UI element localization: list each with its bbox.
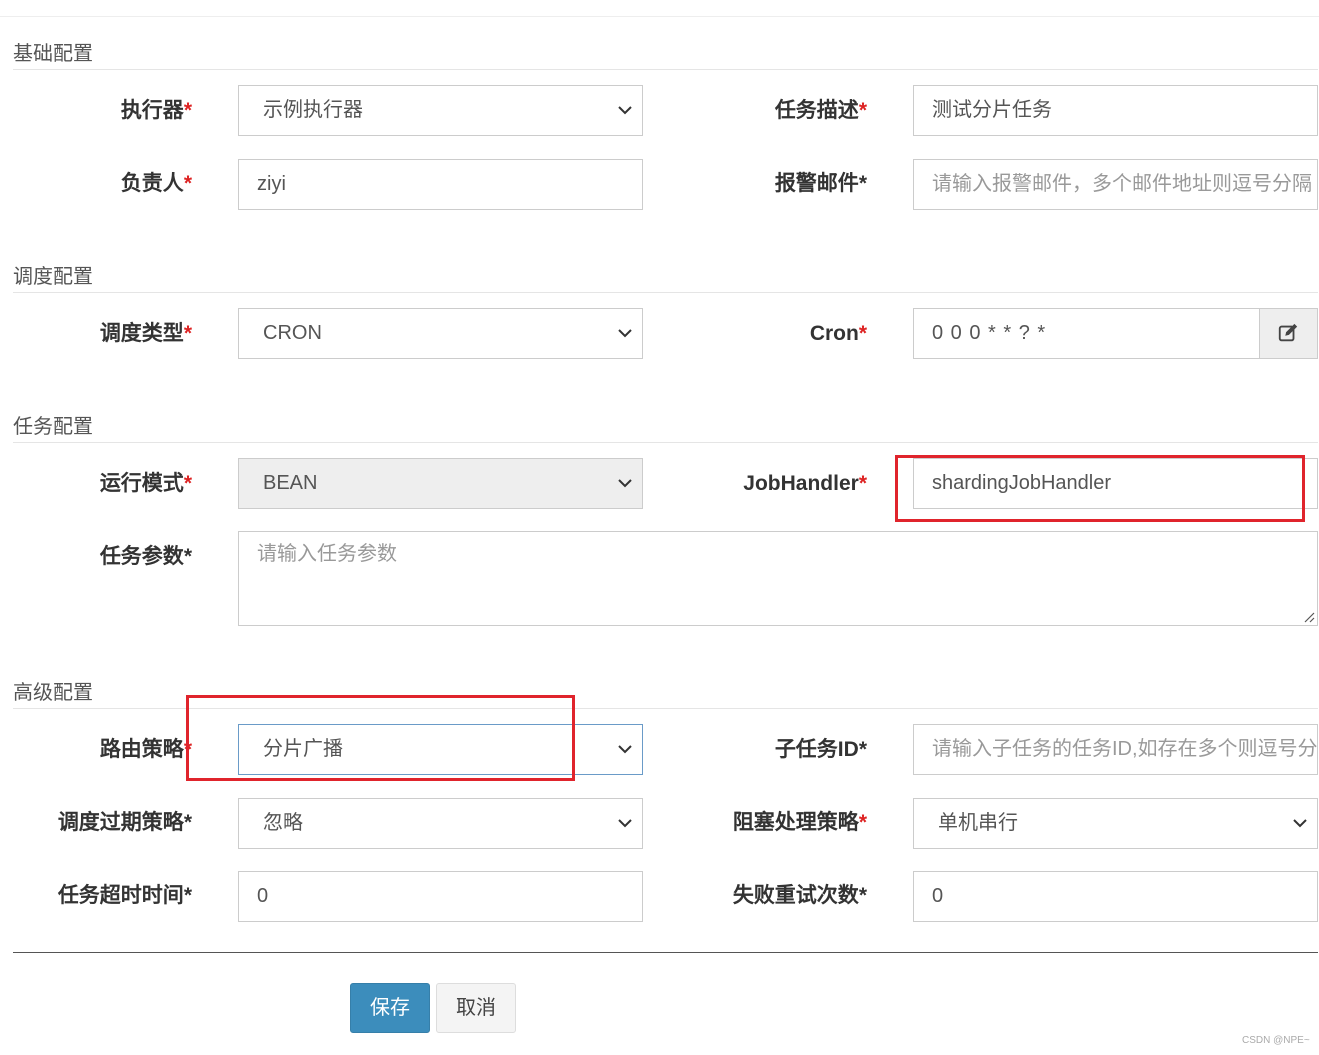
- chevron-down-icon: [618, 329, 632, 338]
- executor-label: 执行器*: [120, 99, 192, 122]
- job-param-textarea[interactable]: 请输入任务参数: [238, 531, 1318, 626]
- block-strategy-select[interactable]: 单机串行: [913, 798, 1318, 849]
- edit-icon: [1278, 323, 1298, 342]
- glue-type-select: BEAN: [238, 458, 643, 509]
- timeout-input[interactable]: 0: [238, 871, 643, 922]
- executor-select[interactable]: 示例执行器: [238, 85, 643, 136]
- schedule-type-value: CRON: [263, 322, 322, 344]
- glue-type-label: 运行模式*: [99, 472, 192, 495]
- chevron-down-icon: [618, 819, 632, 828]
- cron-edit-button[interactable]: [1259, 308, 1318, 359]
- fail-retry-label: 失败重试次数*: [732, 884, 867, 907]
- child-job-id-input[interactable]: 请输入子任务的任务ID,如存在多个则逗号分隔: [913, 724, 1318, 775]
- job-desc-input[interactable]: 测试分片任务: [913, 85, 1318, 136]
- section-title-advanced: 高级配置: [13, 682, 93, 704]
- job-desc-value: 测试分片任务: [932, 99, 1052, 121]
- route-strategy-select[interactable]: 分片广播: [238, 724, 643, 775]
- cancel-button[interactable]: 取消: [436, 983, 516, 1033]
- job-handler-input[interactable]: shardingJobHandler: [913, 458, 1318, 509]
- child-job-id-placeholder: 请输入子任务的任务ID,如存在多个则逗号分隔: [932, 738, 1318, 760]
- author-value: ziyi: [257, 173, 286, 195]
- fail-retry-input[interactable]: 0: [913, 871, 1318, 922]
- section-divider-advanced: [13, 708, 1318, 709]
- job-param-label: 任务参数*: [99, 545, 192, 568]
- section-title-schedule: 调度配置: [13, 266, 93, 288]
- timeout-value: 0: [257, 885, 269, 907]
- watermark: CSDN @NPE~: [1242, 1035, 1310, 1046]
- schedule-type-select[interactable]: CRON: [238, 308, 643, 359]
- alarm-email-input[interactable]: 请输入报警邮件，多个邮件地址则逗号分隔: [913, 159, 1318, 210]
- job-handler-value: shardingJobHandler: [932, 472, 1112, 494]
- top-divider: [0, 16, 1319, 17]
- job-handler-label: JobHandler*: [743, 472, 867, 495]
- timeout-label: 任务超时时间*: [57, 884, 192, 907]
- route-strategy-value: 分片广播: [263, 738, 343, 760]
- schedule-type-label: 调度类型*: [99, 322, 192, 345]
- chevron-down-icon: [618, 106, 632, 115]
- chevron-down-icon: [618, 745, 632, 754]
- fail-retry-value: 0: [932, 885, 944, 907]
- block-strategy-value: 单机串行: [938, 812, 1018, 834]
- executor-select-value: 示例执行器: [263, 99, 363, 121]
- alarm-email-label: 报警邮件*: [774, 172, 867, 195]
- cron-input[interactable]: 0 0 0 * * ? *: [913, 308, 1261, 359]
- child-job-id-label: 子任务ID*: [774, 738, 867, 761]
- author-input[interactable]: ziyi: [238, 159, 643, 210]
- section-title-task: 任务配置: [13, 416, 93, 438]
- cron-value: 0 0 0 * * ? *: [932, 322, 1047, 344]
- section-divider-task: [13, 442, 1318, 443]
- block-strategy-label: 阻塞处理策略*: [732, 811, 867, 834]
- job-desc-label: 任务描述*: [774, 99, 867, 122]
- section-title-basic: 基础配置: [13, 43, 93, 65]
- alarm-email-placeholder: 请输入报警邮件，多个邮件地址则逗号分隔: [932, 173, 1312, 195]
- misfire-strategy-value: 忽略: [263, 812, 303, 834]
- form-footer-divider: [13, 952, 1318, 953]
- route-strategy-label: 路由策略*: [99, 738, 192, 761]
- misfire-strategy-select[interactable]: 忽略: [238, 798, 643, 849]
- job-param-placeholder: 请输入任务参数: [257, 543, 397, 565]
- resize-handle-icon[interactable]: [1303, 611, 1315, 623]
- misfire-strategy-label: 调度过期策略*: [57, 811, 192, 834]
- cron-label: Cron*: [809, 322, 867, 345]
- chevron-down-icon: [1293, 819, 1307, 828]
- section-divider-basic: [13, 69, 1318, 70]
- chevron-down-icon: [618, 479, 632, 488]
- save-button[interactable]: 保存: [350, 983, 430, 1033]
- author-label: 负责人*: [120, 172, 192, 195]
- glue-type-value: BEAN: [263, 472, 318, 494]
- section-divider-schedule: [13, 292, 1318, 293]
